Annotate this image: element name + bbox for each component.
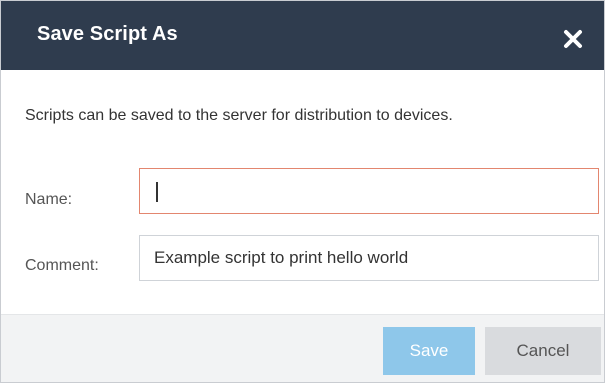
comment-label: Comment: bbox=[25, 257, 99, 274]
dialog-title: Save Script As bbox=[37, 23, 178, 45]
dialog-body: Scripts can be saved to the server for d… bbox=[1, 70, 604, 314]
close-icon bbox=[564, 30, 582, 48]
text-cursor bbox=[156, 182, 158, 202]
name-input[interactable] bbox=[139, 168, 599, 214]
save-button[interactable]: Save bbox=[383, 327, 475, 375]
dialog-header: Save Script As bbox=[1, 1, 604, 70]
save-script-dialog: Save Script As Scripts can be saved to t… bbox=[0, 0, 605, 383]
dialog-footer: Save Cancel bbox=[1, 314, 604, 382]
name-label: Name: bbox=[25, 191, 73, 208]
close-button[interactable] bbox=[561, 27, 585, 51]
dialog-description: Scripts can be saved to the server for d… bbox=[25, 107, 453, 124]
comment-input[interactable] bbox=[139, 235, 599, 281]
cancel-button[interactable]: Cancel bbox=[485, 327, 601, 375]
